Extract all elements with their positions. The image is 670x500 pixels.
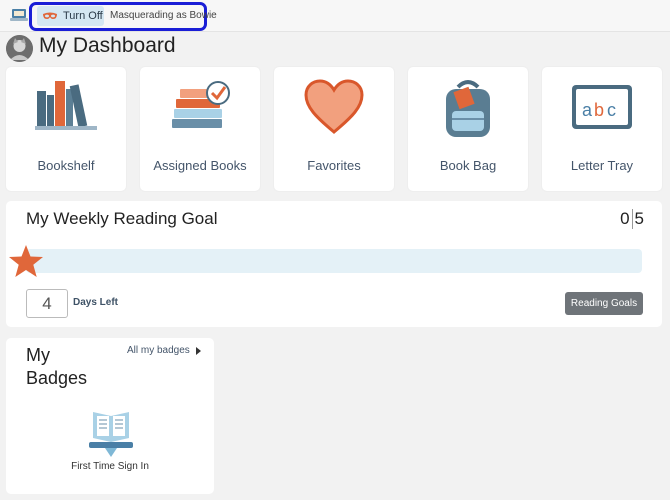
assigned-books-icon	[172, 81, 230, 128]
days-left-label: Days Left	[73, 297, 119, 308]
star-icon	[9, 245, 43, 277]
tile-label: Book Bag	[439, 158, 497, 173]
svg-text:c: c	[607, 100, 616, 120]
goal-divider	[631, 209, 633, 229]
tile-label: Favorites	[307, 158, 361, 173]
badge-label: First Time Sign In	[71, 461, 149, 472]
tile-bookshelf[interactable]: Bookshelf	[6, 67, 126, 191]
goal-target: 5	[634, 209, 644, 228]
goal-current: 0	[620, 209, 630, 228]
goal-progress-bar	[26, 249, 642, 273]
tile-label: Bookshelf	[37, 158, 95, 173]
heart-icon	[304, 79, 364, 134]
masquerade-status: Masquerading as Bowie	[110, 10, 217, 21]
laptop-book-badge-icon[interactable]	[87, 408, 135, 458]
tile-label: Assigned Books	[153, 158, 247, 173]
caret-right-icon	[195, 346, 201, 355]
user-avatar[interactable]	[6, 35, 33, 62]
turn-off-label: Turn Off	[63, 10, 103, 22]
svg-text:b: b	[594, 100, 604, 120]
weekly-goal-card: My Weekly Reading Goal 0 5 4 Days Left R…	[6, 201, 662, 327]
svg-text:a: a	[582, 100, 593, 120]
goal-title: My Weekly Reading Goal	[26, 209, 218, 228]
badges-title: My Badges	[26, 345, 88, 388]
tile-letter-tray[interactable]: a b c Letter Tray	[542, 67, 662, 191]
days-left-value: 4	[26, 289, 68, 318]
badges-card: My Badges All my badges First Time Sign …	[6, 338, 214, 494]
tile-favorites[interactable]: Favorites	[274, 67, 394, 191]
tile-book-bag[interactable]: Book Bag	[408, 67, 528, 191]
backpack-icon	[446, 80, 490, 137]
all-badges-label: All my badges	[127, 345, 190, 356]
all-badges-link[interactable]: All my badges	[127, 345, 201, 356]
turn-off-button[interactable]: Turn Off	[37, 6, 104, 26]
laptop-book-icon[interactable]	[10, 8, 28, 22]
goal-count: 0 5	[620, 209, 644, 229]
page-title: My Dashboard	[39, 34, 176, 57]
reading-goals-button[interactable]: Reading Goals	[565, 292, 643, 315]
tile-assigned-books[interactable]: Assigned Books	[140, 67, 260, 191]
abc-tray-icon: a b c	[572, 85, 632, 129]
top-bar: Turn Off Masquerading as Bowie	[0, 0, 670, 32]
bookshelf-icon	[35, 81, 97, 130]
tile-label: Letter Tray	[570, 158, 634, 173]
mask-icon	[43, 12, 57, 19]
